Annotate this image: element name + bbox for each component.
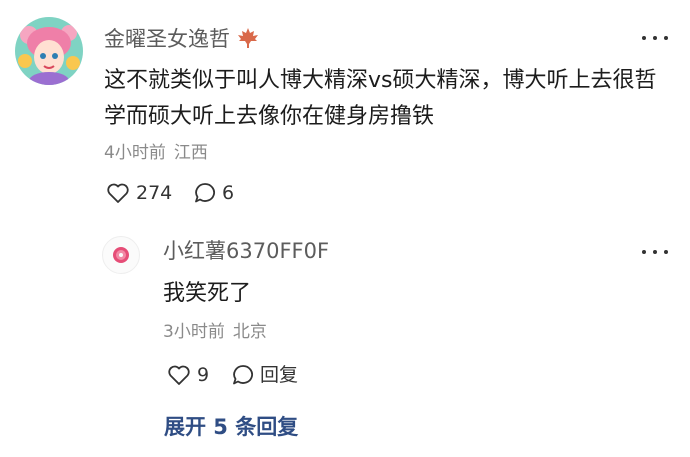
reply-username[interactable]: 小红薯6370FF0F bbox=[163, 241, 329, 262]
comment-bubble-icon bbox=[195, 183, 215, 203]
comment-location: 江西 bbox=[173, 143, 208, 163]
reply-content: 我笑死了 bbox=[163, 281, 252, 306]
donut-avatar-icon bbox=[113, 247, 129, 263]
more-dot-icon bbox=[642, 36, 646, 40]
maple-leaf-icon bbox=[237, 28, 258, 48]
reply-button[interactable]: 回复 bbox=[232, 364, 298, 386]
comment-username[interactable]: 金曜圣女逸哲 bbox=[104, 27, 259, 50]
comment-bubble-icon bbox=[233, 365, 253, 385]
reply-time: 3小时前 bbox=[163, 322, 225, 342]
reply-count-button[interactable]: 6 bbox=[194, 182, 234, 204]
like-button[interactable]: 274 bbox=[106, 182, 172, 204]
avatar[interactable] bbox=[15, 17, 83, 85]
avatar-illustration bbox=[15, 17, 83, 85]
comment-time: 4小时前 bbox=[104, 143, 166, 163]
reply-count: 6 bbox=[222, 181, 235, 204]
reply-more-options-button[interactable] bbox=[642, 248, 668, 256]
heart-icon bbox=[168, 365, 190, 385]
reply-label: 回复 bbox=[260, 363, 299, 386]
like-count: 274 bbox=[136, 181, 173, 204]
more-dot-icon bbox=[642, 250, 646, 254]
reply-like-count: 9 bbox=[197, 363, 210, 386]
reply-like-button[interactable]: 9 bbox=[167, 364, 209, 386]
comment-meta: 4小时前 江西 bbox=[104, 145, 208, 162]
comment-content: 这不就类似于叫人博大精深vs硕大精深，博大听上去很哲学而硕大听上去像你在健身房撸… bbox=[104, 68, 657, 129]
username-text: 金曜圣女逸哲 bbox=[104, 27, 230, 51]
reply-avatar[interactable] bbox=[102, 236, 140, 274]
more-dot-icon bbox=[653, 250, 657, 254]
heart-icon bbox=[107, 183, 129, 203]
more-options-button[interactable] bbox=[642, 34, 668, 42]
reply-location: 北京 bbox=[232, 322, 267, 342]
more-dot-icon bbox=[664, 250, 668, 254]
more-dot-icon bbox=[664, 36, 668, 40]
expand-replies-link[interactable]: 展开 5 条回复 bbox=[164, 417, 298, 438]
reply-meta: 3小时前 北京 bbox=[163, 324, 267, 341]
more-dot-icon bbox=[653, 36, 657, 40]
